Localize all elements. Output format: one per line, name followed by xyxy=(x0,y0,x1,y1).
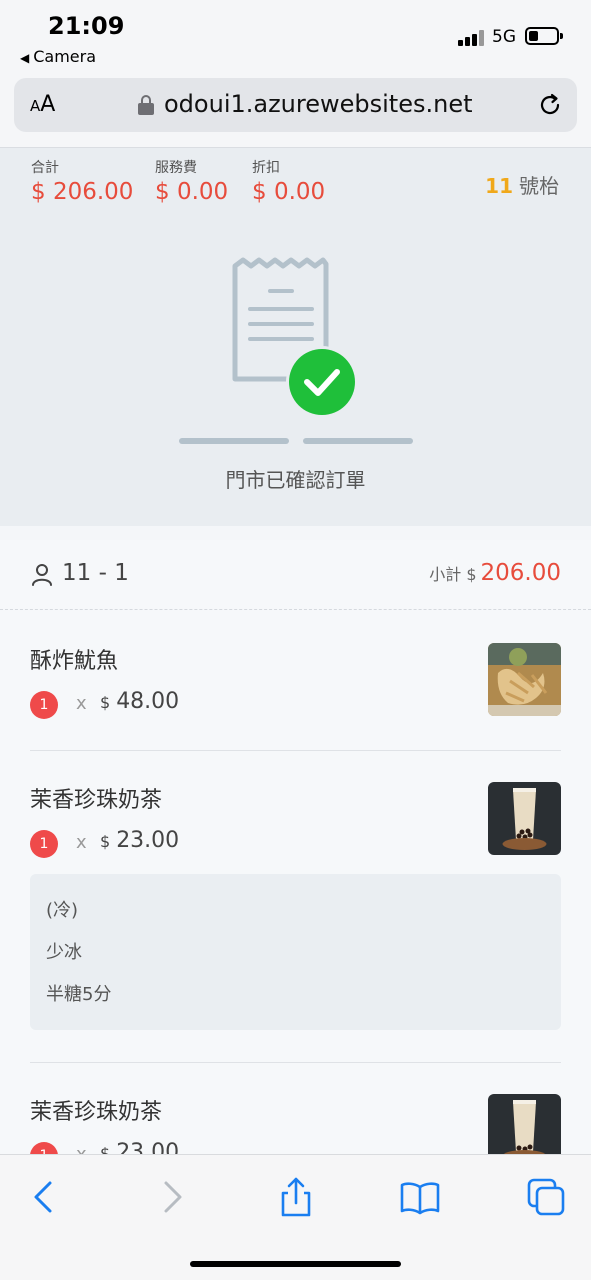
back-app-label: Camera xyxy=(33,47,97,66)
discount-value: $ 0.00 xyxy=(252,179,326,205)
item-price: $23.00 xyxy=(100,1140,180,1154)
address-bar[interactable]: AA odoui1.azurewebsites.net xyxy=(14,78,577,132)
reader-settings-button[interactable]: AA xyxy=(30,92,55,117)
multiply-sign: x xyxy=(76,832,87,853)
back-to-app-link[interactable]: ◀ Camera xyxy=(20,47,96,66)
service-fee-value: $ 0.00 xyxy=(155,179,229,205)
table-number-suffix: 號枱 xyxy=(519,174,559,198)
bookmarks-icon[interactable] xyxy=(398,1175,442,1219)
list-item[interactable]: 酥炸魷魚 1 x $48.00 xyxy=(30,643,561,723)
tabs-icon[interactable] xyxy=(524,1175,568,1219)
fried-squid-thumbnail xyxy=(488,643,561,716)
qty-badge: 1 xyxy=(30,1142,58,1154)
home-indicator xyxy=(190,1261,401,1267)
status-time: 21:09 xyxy=(48,12,125,40)
table-number-value: 11 xyxy=(485,174,513,198)
qty-badge: 1 xyxy=(30,830,58,858)
discount-block: 折扣 $ 0.00 xyxy=(252,157,325,205)
total-label: 合計 xyxy=(31,160,59,176)
multiply-sign: x xyxy=(76,693,87,714)
order-confirmed-panel: 門市已確認訂單 xyxy=(0,224,591,526)
service-fee-label: 服務費 xyxy=(155,160,197,176)
item-divider xyxy=(30,750,561,751)
forward-icon[interactable] xyxy=(150,1175,194,1219)
guest-row: 11 - 1 小計 $206.00 xyxy=(0,540,591,610)
item-qty-line: 1 x $48.00 xyxy=(30,689,330,719)
share-icon[interactable] xyxy=(274,1175,318,1219)
battery-icon xyxy=(525,27,563,45)
total-block: 合計 $ 206.00 xyxy=(31,157,133,205)
option-sugar: 半糖5分 xyxy=(46,984,112,1005)
service-fee-block: 服務費 $ 0.00 xyxy=(155,157,228,205)
discount-label: 折扣 xyxy=(252,160,280,176)
back-triangle-icon: ◀ xyxy=(20,51,30,65)
url-text[interactable]: odoui1.azurewebsites.net xyxy=(164,90,473,118)
qty-badge: 1 xyxy=(30,691,58,719)
order-details: 11 - 1 小計 $206.00 酥炸魷魚 1 x $48.00 茉香珍珠奶茶… xyxy=(0,540,591,1154)
person-icon xyxy=(32,564,52,586)
network-label: 5G xyxy=(492,27,516,47)
item-price: $48.00 xyxy=(100,689,180,714)
item-price: $23.00 xyxy=(100,828,180,853)
subtotal-label: 小計 $ xyxy=(429,565,477,584)
confirm-message: 門市已確認訂單 xyxy=(225,468,366,492)
item-divider xyxy=(30,1062,561,1063)
subtotal: 小計 $206.00 xyxy=(429,560,561,586)
bubble-tea-thumbnail xyxy=(488,1094,561,1154)
item-qty-line: 1 x $23.00 xyxy=(30,828,330,858)
order-summary: 合計 $ 206.00 服務費 $ 0.00 折扣 $ 0.00 11 號枱 xyxy=(0,148,591,224)
signal-icon xyxy=(458,30,484,46)
guest-id: 11 - 1 xyxy=(62,560,129,586)
receipt-check-icon xyxy=(179,257,413,444)
back-icon[interactable] xyxy=(22,1175,66,1219)
status-bar: 21:09 ◀ Camera 5G xyxy=(0,0,591,72)
browser-toolbar xyxy=(0,1154,591,1280)
bubble-tea-thumbnail xyxy=(488,782,561,855)
total-value: $ 206.00 xyxy=(31,179,134,205)
lock-icon xyxy=(138,95,154,115)
browser-chrome: AA odoui1.azurewebsites.net xyxy=(0,72,591,148)
option-temperature: (冷) xyxy=(46,900,79,921)
option-ice: 少冰 xyxy=(46,942,82,963)
list-item[interactable]: 茉香珍珠奶茶 1 x $23.00 xyxy=(30,1094,561,1154)
item-name: 茉香珍珠奶茶 xyxy=(30,788,163,813)
table-number: 11 號枱 xyxy=(485,170,559,199)
multiply-sign: x xyxy=(76,1144,87,1154)
item-name: 酥炸魷魚 xyxy=(30,649,119,674)
reload-icon[interactable] xyxy=(537,92,563,118)
list-item[interactable]: 茉香珍珠奶茶 1 x $23.00 xyxy=(30,782,561,862)
item-qty-line: 1 x $23.00 xyxy=(30,1140,330,1154)
subtotal-value: 206.00 xyxy=(480,560,561,586)
item-name: 茉香珍珠奶茶 xyxy=(30,1100,163,1125)
item-options: (冷) 少冰 半糖5分 xyxy=(30,874,561,1030)
